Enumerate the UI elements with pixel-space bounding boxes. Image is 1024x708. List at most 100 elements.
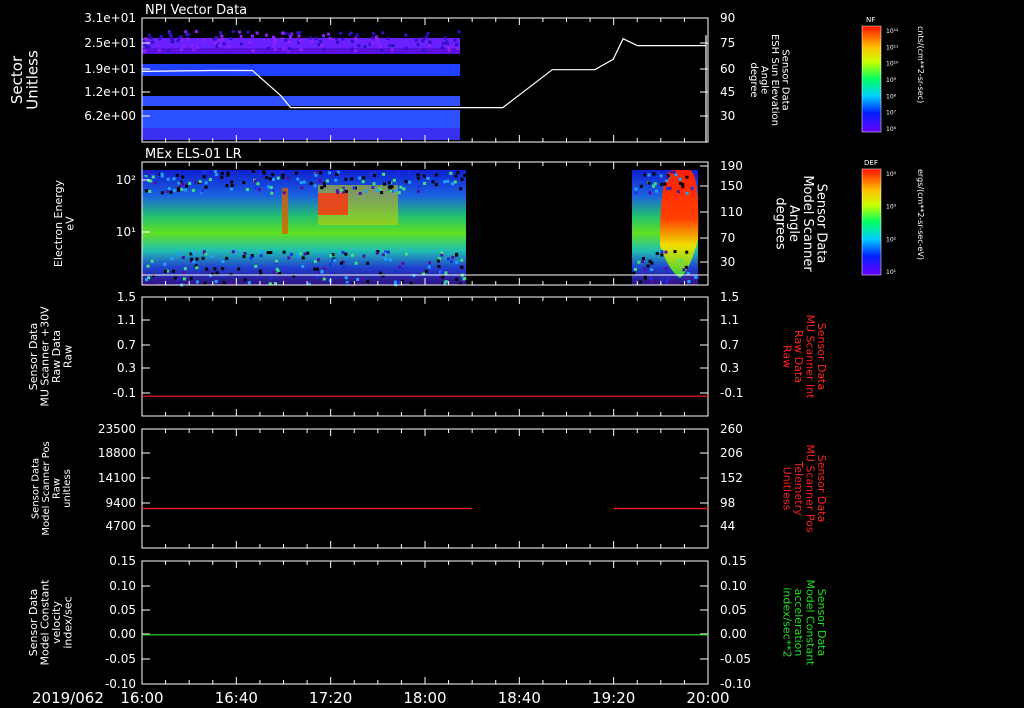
npi-speckle-cell	[273, 47, 277, 51]
npi-speckle-cell	[379, 45, 383, 49]
y-tick-label: 0.10	[109, 579, 136, 593]
npi-speckle-cell	[159, 35, 163, 39]
y-axis-title-line: eV	[64, 216, 77, 231]
els-speckle-cell	[182, 271, 186, 275]
els-speckle-cell	[344, 177, 348, 181]
els-speckle-cell	[663, 182, 667, 186]
y-tick-label: 2.5e+01	[84, 36, 136, 50]
els-speckle-cell	[172, 269, 176, 273]
els-speckle-cell	[455, 260, 459, 264]
els-speckle-cell	[358, 191, 362, 195]
els-speckle-cell	[455, 252, 459, 256]
npi-speckle-cell	[453, 38, 457, 42]
npi-speckle-cell	[426, 32, 430, 36]
els-speckle-cell	[685, 175, 689, 179]
npi-speckle-cell	[213, 41, 217, 45]
els-speckle-cell	[427, 265, 431, 269]
els-speckle-cell	[655, 251, 659, 255]
els-speckle-cell	[245, 188, 249, 192]
els-speckle-cell	[422, 174, 426, 178]
npi-speckle-cell	[184, 30, 188, 34]
els-speckle-cell	[362, 254, 366, 258]
els-speckle-cell	[637, 260, 641, 264]
els-speckle-cell	[375, 189, 379, 193]
npi-speckle-cell	[319, 39, 323, 43]
els-speckle-cell	[659, 174, 663, 178]
els-speckle-cell	[463, 277, 467, 281]
els-speckle-cell	[361, 180, 365, 184]
els-speckle-cell	[209, 254, 213, 258]
els-speckle-cell	[266, 251, 270, 255]
els-speckle-cell	[660, 182, 664, 186]
els-speckle-cell	[175, 173, 179, 177]
els-speckle-cell	[267, 185, 271, 189]
y2-axis-title-line: Angle	[759, 66, 770, 94]
els-speckle-cell	[262, 171, 266, 175]
time-tick-label: 16:40	[215, 689, 258, 707]
npi-speckle-cell	[214, 36, 218, 40]
els-speckle-cell	[424, 269, 428, 273]
els-speckle-cell	[313, 260, 317, 264]
y-tick-label: 4700	[105, 519, 136, 533]
els-speckle-cell	[220, 175, 224, 179]
els-speckle-cell	[328, 171, 332, 175]
els-speckle-cell	[665, 176, 669, 180]
els-speckle-cell	[354, 261, 358, 265]
els-speckle-cell	[335, 172, 339, 176]
els-speckle-cell	[440, 271, 444, 275]
els-speckle-cell	[220, 171, 224, 175]
els-speckle-cell	[352, 186, 356, 190]
els-speckle-cell	[184, 188, 188, 192]
npi-speckle-cell	[445, 42, 449, 46]
els-speckle-cell	[225, 256, 229, 260]
npi-speckle-cell	[386, 37, 390, 41]
colorbar-tick-label: 10⁶	[886, 126, 897, 133]
npi-speckle-cell	[227, 45, 231, 49]
colorbar-tick-label: 10³	[886, 204, 897, 211]
els-speckle-cell	[173, 276, 177, 280]
els-speckle-cell	[300, 186, 304, 190]
els-speckle-cell	[286, 176, 290, 180]
npi-speckle-cell	[238, 30, 242, 34]
els-speckle-cell	[344, 252, 348, 256]
els-speckle-cell	[371, 185, 375, 189]
els-speckle-cell	[204, 185, 208, 189]
els-speckle-cell	[651, 279, 655, 283]
els-speckle-cell	[229, 280, 233, 284]
els-speckle-cell	[200, 189, 204, 193]
npi-speckle-cell	[267, 46, 271, 50]
els-speckle-cell	[230, 184, 234, 188]
npi-speckle-cell	[176, 39, 180, 43]
els-speckle-cell	[672, 170, 676, 174]
els-speckle-cell	[685, 250, 689, 254]
els-speckle-cell	[456, 170, 460, 174]
y-tick-label: 0.3	[117, 361, 136, 375]
colorbar-nf-unit: cnts/(cm**2-sr-sec)	[916, 26, 925, 103]
els-speckle-cell	[275, 267, 279, 271]
npi-speckle-cell	[217, 44, 221, 48]
npi-speckle-cell	[147, 45, 151, 49]
els-speckle-cell	[315, 171, 319, 175]
els-speckle-cell	[434, 183, 438, 187]
npi-speckle-cell	[287, 40, 291, 44]
y-tick-label: 0.15	[109, 554, 136, 568]
els-speckle-cell	[401, 267, 405, 271]
els-speckle-cell	[313, 184, 317, 188]
colorbar-def: DEF 10⁴ 10³ 10² 10¹ ergs/(cm**2-sr-sec-eV)	[861, 159, 925, 276]
els-speckle-cell	[362, 176, 366, 180]
els-speckle-cell	[182, 185, 186, 189]
npi-speckle-cell	[457, 30, 461, 34]
els-speckle-cell	[366, 280, 370, 284]
y2-tick-label: 30	[720, 109, 735, 123]
els-speckle-cell	[185, 184, 189, 188]
els-speckle-cell	[378, 187, 382, 191]
els-speckle-cell	[150, 259, 154, 263]
els-speckle-cell	[407, 170, 411, 174]
els-speckle-cell	[261, 250, 265, 254]
els-speckle-cell	[258, 269, 262, 273]
y2-tick-label: 0.10	[720, 579, 747, 593]
npi-speckle-cell	[354, 37, 358, 41]
els-speckle-cell	[256, 182, 260, 186]
y-axis-title: SectorUnitless	[8, 50, 42, 110]
els-speckle-cell	[364, 189, 368, 193]
